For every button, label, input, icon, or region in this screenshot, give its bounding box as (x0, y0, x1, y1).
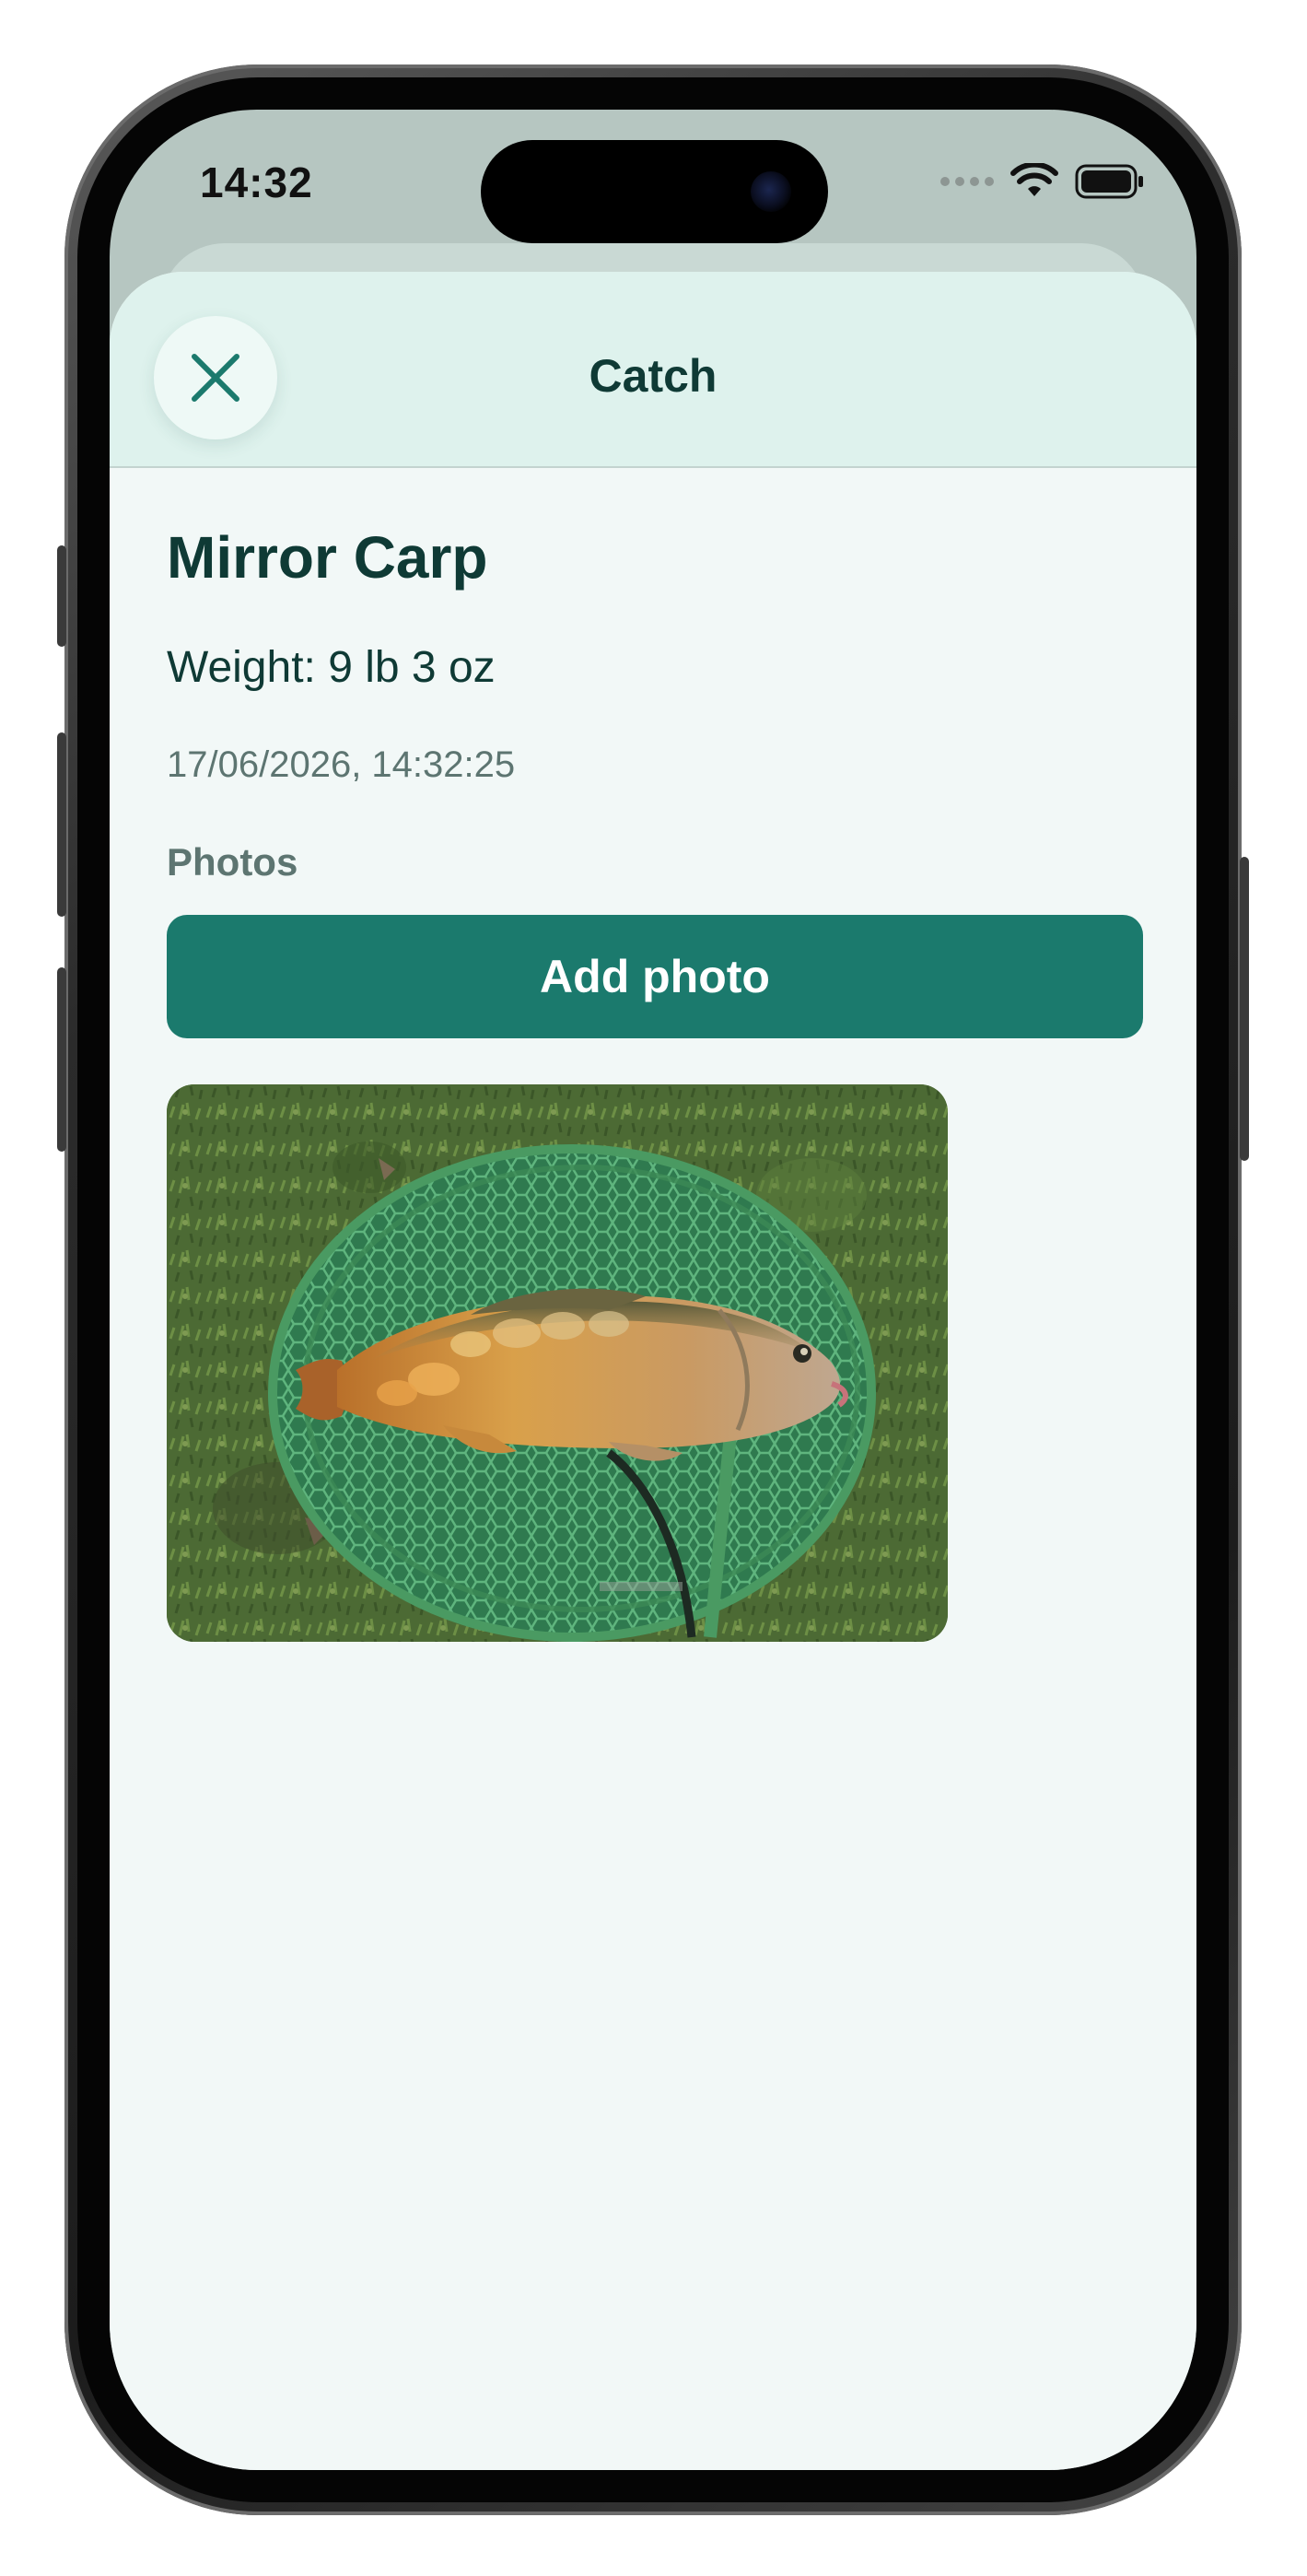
power-button (1240, 857, 1249, 1161)
sheet-title: Catch (589, 350, 718, 402)
cellular-signal-icon (940, 177, 994, 186)
catch-weight: Weight: 9 lb 3 oz (167, 643, 496, 692)
battery-icon (1075, 164, 1143, 199)
front-camera-icon (751, 171, 791, 212)
species-name: Mirror Carp (167, 524, 488, 591)
volume-up-button (57, 732, 66, 917)
catch-sheet: Catch Mirror Carp Weight: 9 lb 3 oz 17/0… (110, 272, 1196, 2470)
action-button (57, 545, 66, 647)
add-photo-button[interactable]: Add photo (167, 915, 1143, 1038)
photos-section-label: Photos (167, 840, 298, 884)
volume-down-button (57, 967, 66, 1152)
catch-photo-image (167, 1084, 948, 1642)
phone-screen: 14:32 Catch Mirror Carp Weight: 9 lb 3 o… (110, 110, 1196, 2470)
status-bar: 14:32 (110, 110, 1196, 248)
wifi-icon (1010, 163, 1058, 196)
dynamic-island (481, 140, 828, 243)
status-time: 14:32 (200, 158, 313, 206)
status-icons (940, 163, 1145, 200)
catch-photo-thumbnail[interactable] (167, 1084, 948, 1642)
sheet-header: Catch (110, 272, 1196, 468)
catch-timestamp: 17/06/2026, 14:32:25 (167, 744, 516, 785)
